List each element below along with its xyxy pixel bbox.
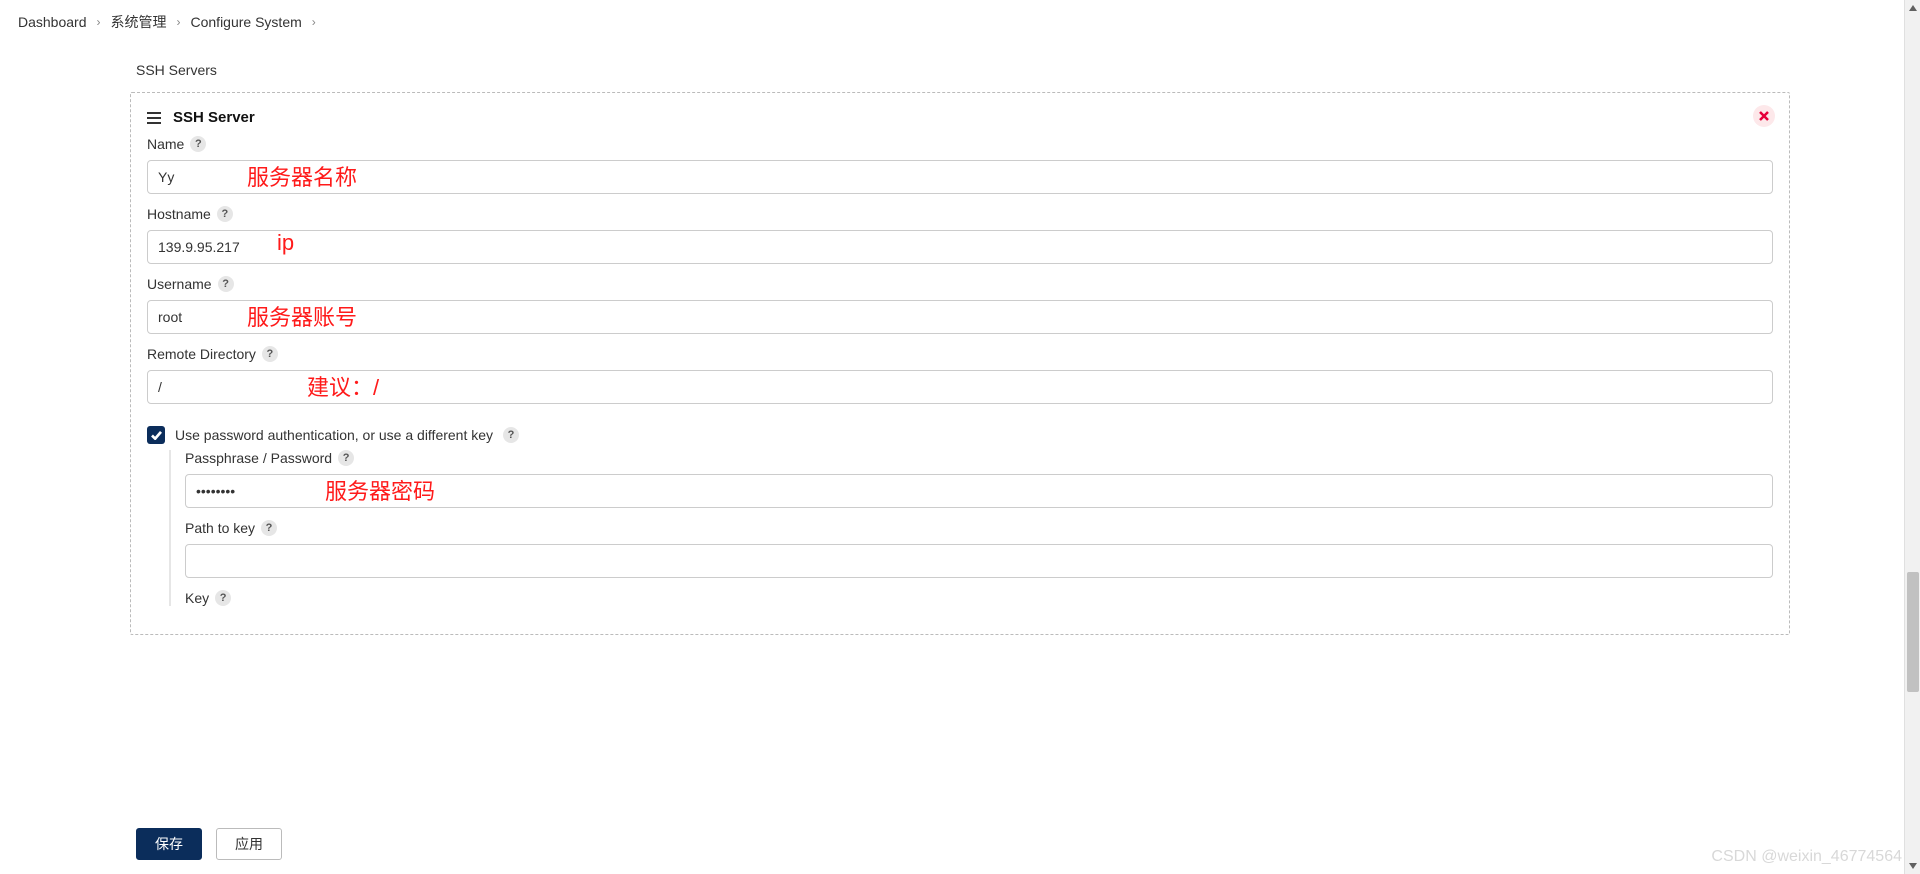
label-key: Key <box>185 590 209 606</box>
hostname-input[interactable] <box>147 230 1773 264</box>
save-button[interactable]: 保存 <box>136 828 202 860</box>
name-input[interactable] <box>147 160 1773 194</box>
use-password-checkbox-row: Use password authentication, or use a di… <box>147 426 1773 444</box>
field-name: Name ? 服务器名称 <box>147 136 1773 194</box>
help-icon[interactable]: ? <box>338 450 354 466</box>
apply-button[interactable]: 应用 <box>216 828 282 860</box>
check-icon <box>151 431 162 440</box>
label-username: Username <box>147 276 212 292</box>
field-path-to-key: Path to key ? <box>185 520 1773 578</box>
breadcrumb-item-system-mgmt[interactable]: 系统管理 <box>111 12 167 32</box>
breadcrumb-item-configure-system[interactable]: Configure System <box>191 14 302 30</box>
field-key: Key ? <box>185 590 1773 606</box>
path-to-key-input[interactable] <box>185 544 1773 578</box>
chevron-right-icon: › <box>312 15 316 29</box>
field-passphrase: Passphrase / Password ? 服务器密码 <box>185 450 1773 508</box>
help-icon[interactable]: ? <box>218 276 234 292</box>
scroll-up-arrow-icon[interactable] <box>1905 0 1920 16</box>
section-title-ssh-servers: SSH Servers <box>136 62 1790 78</box>
scrollbar-thumb[interactable] <box>1907 572 1919 692</box>
field-hostname: Hostname ? ip <box>147 206 1773 264</box>
close-icon <box>1759 111 1769 121</box>
label-passphrase: Passphrase / Password <box>185 450 332 466</box>
panel-title: SSH Server <box>173 109 255 126</box>
label-name: Name <box>147 136 184 152</box>
field-remote-directory: Remote Directory ? 建议：/ <box>147 346 1773 404</box>
remove-panel-button[interactable] <box>1753 105 1775 127</box>
chevron-right-icon: › <box>97 15 101 29</box>
scroll-down-arrow-icon[interactable] <box>1905 858 1920 874</box>
label-use-password: Use password authentication, or use a di… <box>175 427 493 443</box>
help-icon[interactable]: ? <box>503 427 519 443</box>
help-icon[interactable]: ? <box>262 346 278 362</box>
remote-directory-input[interactable] <box>147 370 1773 404</box>
help-icon[interactable]: ? <box>261 520 277 536</box>
label-path-to-key: Path to key <box>185 520 255 536</box>
vertical-scrollbar[interactable] <box>1904 0 1920 874</box>
breadcrumb: Dashboard › 系统管理 › Configure System › <box>0 0 1920 44</box>
use-password-checkbox[interactable] <box>147 426 165 444</box>
breadcrumb-item-dashboard[interactable]: Dashboard <box>18 14 87 30</box>
ssh-server-panel: SSH Server Name ? 服务器名称 Hostname ? ip <box>130 92 1790 635</box>
help-icon[interactable]: ? <box>217 206 233 222</box>
username-input[interactable] <box>147 300 1773 334</box>
chevron-right-icon: › <box>177 15 181 29</box>
footer-bar: 保存 应用 <box>0 814 1920 874</box>
passphrase-input[interactable] <box>185 474 1773 508</box>
field-username: Username ? 服务器账号 <box>147 276 1773 334</box>
label-hostname: Hostname <box>147 206 211 222</box>
help-icon[interactable]: ? <box>190 136 206 152</box>
label-remote-directory: Remote Directory <box>147 346 256 362</box>
drag-handle-icon[interactable] <box>147 112 161 124</box>
help-icon[interactable]: ? <box>215 590 231 606</box>
